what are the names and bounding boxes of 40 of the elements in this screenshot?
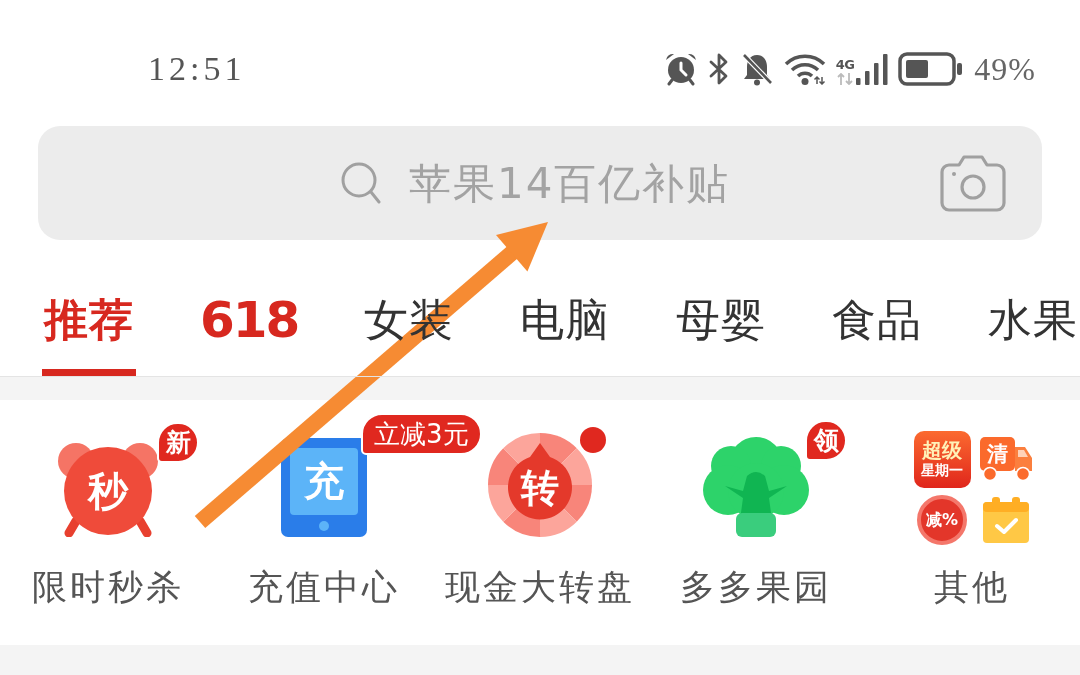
corner-badge: 新 — [157, 422, 199, 463]
battery-percent: 49% — [974, 50, 1036, 89]
calendar-check-icon[interactable] — [983, 497, 1029, 543]
shortcut-label: 现金大转盘 — [445, 566, 635, 608]
network-type-label: 4G — [835, 58, 855, 71]
alarm-clock-icon — [663, 52, 698, 86]
tree-icon[interactable] — [703, 436, 809, 537]
battery-icon — [898, 52, 963, 86]
shortcut-label: 其他 — [934, 566, 1010, 608]
notification-dot-icon — [580, 427, 606, 453]
icon-character: 充 — [304, 461, 344, 501]
tablet-icon[interactable] — [281, 438, 367, 537]
bluetooth-icon — [707, 52, 730, 86]
tile-text: 超级 — [922, 439, 962, 462]
alarm-clock-icon[interactable] — [56, 441, 160, 537]
shortcut-label: 充值中心 — [248, 566, 400, 608]
corner-badge: 领 — [805, 420, 847, 461]
truck-icon[interactable] — [980, 437, 1032, 481]
icon-character: 转 — [521, 469, 559, 507]
category-tab[interactable]: 母婴 — [674, 293, 769, 376]
icon-character: 秒 — [88, 471, 128, 511]
data-arrows-icon — [837, 73, 853, 85]
signal-bars-icon — [856, 53, 889, 85]
prize-wheel-icon[interactable] — [488, 433, 592, 537]
wifi-icon — [783, 53, 826, 85]
category-tab[interactable]: 618 — [198, 293, 301, 376]
discount-tag: 立减3元 — [361, 413, 482, 455]
search-icon — [341, 162, 381, 204]
camera-icon[interactable] — [940, 154, 1006, 212]
status-time: 12:51 — [148, 49, 246, 89]
category-tab[interactable]: 食品 — [830, 293, 925, 376]
shortcut-label: 多多果园 — [680, 566, 832, 608]
category-tab[interactable]: 水果 — [986, 293, 1080, 376]
category-tab[interactable]: 电脑 — [518, 293, 613, 376]
search-input[interactable]: 苹果14百亿补贴 — [409, 158, 739, 208]
promo-tile[interactable]: 超级 星期一 — [913, 430, 971, 488]
shortcut-label: 限时秒杀 — [32, 566, 184, 608]
discount-token[interactable]: 减% — [917, 495, 967, 545]
icon-character: 清 — [986, 443, 1008, 465]
tile-text: 星期一 — [921, 463, 963, 479]
